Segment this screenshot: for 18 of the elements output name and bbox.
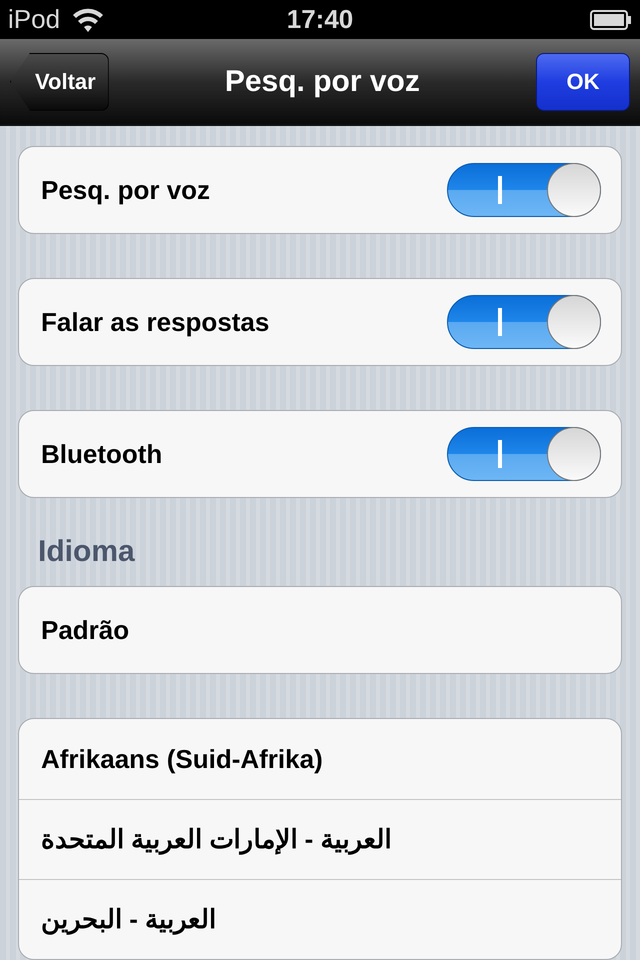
toggle-label: Pesq. por voz bbox=[41, 174, 210, 206]
list-item[interactable]: Padrão bbox=[18, 586, 622, 674]
toggle-switch[interactable] bbox=[447, 295, 601, 349]
list-item[interactable]: العربية - الإمارات العربية المتحدة bbox=[19, 799, 621, 879]
clock-time: 17:40 bbox=[286, 3, 354, 36]
list-item[interactable]: Afrikaans (Suid-Afrika) bbox=[19, 719, 621, 799]
section-header: Idioma bbox=[38, 534, 135, 570]
toggle-switch[interactable] bbox=[447, 163, 601, 217]
toggle-label: Falar as respostas bbox=[41, 306, 270, 338]
toggle-switch[interactable] bbox=[447, 427, 601, 481]
list-item[interactable]: العربية - البحرين bbox=[19, 879, 621, 959]
screen-title: Pesq. por voz bbox=[224, 64, 420, 100]
toggle-label: Bluetooth bbox=[41, 438, 162, 470]
carrier-name: iPod bbox=[8, 3, 60, 36]
ok-button[interactable]: OK bbox=[536, 52, 630, 111]
back-button[interactable]: Voltar bbox=[10, 52, 109, 111]
battery-icon bbox=[590, 10, 632, 30]
wifi-icon bbox=[72, 8, 104, 32]
